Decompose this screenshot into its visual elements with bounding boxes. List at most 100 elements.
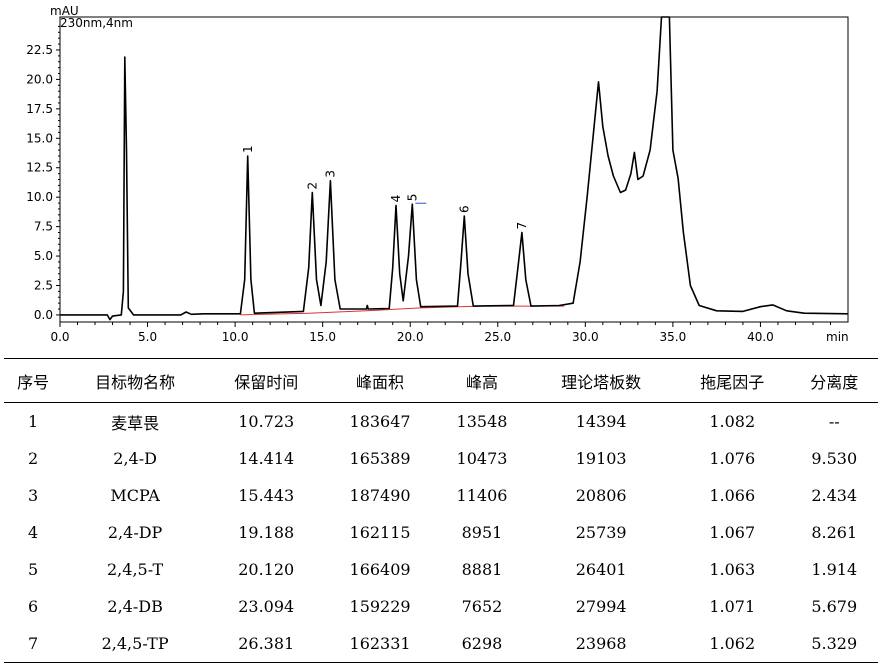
y-tick-label: 12.5	[26, 161, 53, 175]
table-cell: 3	[28, 486, 39, 505]
peak-label: 6	[457, 205, 471, 213]
table-cell: 8.261	[811, 523, 858, 542]
table-cell: 1.082	[709, 412, 756, 431]
table-cell: 19103	[575, 449, 627, 468]
table-row: 3 MCPA 15.443 187490 11406 20806 1.066 2.434	[4, 477, 878, 514]
peak-label: 7	[515, 222, 529, 230]
header-peak-area: 峰面积	[324, 358, 436, 403]
table-cell: 9.530	[811, 449, 858, 468]
table-cell: 1.063	[709, 560, 756, 579]
table-cell: 187490	[349, 486, 411, 505]
peak-label: 1	[241, 145, 255, 153]
table-cell: 19.188	[238, 523, 295, 542]
table-cell: 4	[28, 523, 39, 542]
table-cell: 26401	[575, 560, 627, 579]
table-cell: 1.076	[709, 449, 756, 468]
y-tick-label: 22.5	[26, 43, 53, 57]
table-cell: 5	[28, 560, 39, 579]
x-tick-label: 35.0	[660, 330, 687, 344]
table-cell: 166409	[349, 560, 411, 579]
table-row: 4 2,4-DP 19.188 162115 8951 25739 1.067 8.261	[4, 514, 878, 551]
table-cell: 159229	[349, 597, 411, 616]
header-resolution: 分离度	[790, 358, 878, 403]
header-retention-time: 保留时间	[207, 358, 325, 403]
x-tick-label: 15.0	[309, 330, 336, 344]
table-cell: 2.434	[811, 486, 858, 505]
table-row: 5 2,4,5-T 20.120 166409 8881 26401 1.063 1.914	[4, 551, 878, 588]
x-tick-label: 10.0	[222, 330, 249, 344]
y-tick-label: 7.5	[34, 220, 53, 234]
table-cell: 15.443	[238, 486, 295, 505]
table-cell: 2,4,5-TP	[62, 625, 208, 663]
table-cell: 6298	[435, 625, 529, 663]
y-tick-label: 20.0	[26, 72, 53, 86]
x-tick-label: 20.0	[397, 330, 424, 344]
table-cell: 2,4-D	[113, 449, 157, 468]
table-cell: 1.071	[709, 597, 756, 616]
table-cell: 1.067	[709, 523, 756, 542]
x-tick-label: 30.0	[572, 330, 599, 344]
header-index: 序号	[4, 358, 63, 403]
signal-trace	[60, 16, 849, 321]
table-header-row: 序号 目标物名称 保留时间 峰面积 峰高 理论塔板数 拖尾因子 分离度	[4, 358, 878, 403]
table-cell: 2,4-DB	[107, 597, 163, 616]
table-cell: 10473	[456, 449, 508, 468]
y-tick-label: 15.0	[26, 131, 53, 145]
table-cell: 183647	[349, 412, 411, 431]
header-peak-height: 峰高	[435, 358, 529, 403]
x-tick-label: 5.0	[138, 330, 157, 344]
table-cell: 14394	[575, 412, 627, 431]
table-cell: 25739	[575, 523, 627, 542]
header-plate-count: 理论塔板数	[528, 358, 674, 403]
x-axis-unit: min	[826, 330, 849, 344]
chromatogram: mAU 230nm,4nm min 0.02.55.07.510.012.515…	[26, 4, 849, 344]
table-cell: 27994	[575, 597, 627, 616]
table-cell: 1.062	[673, 625, 791, 663]
table-row: 1 麦草畏 10.723 183647 13548 14394 1.082 --	[4, 403, 878, 441]
table-cell: 7	[4, 625, 63, 663]
table-cell: 麦草畏	[111, 413, 160, 433]
table-cell: 26.381	[207, 625, 325, 663]
header-tailing-factor: 拖尾因子	[673, 358, 791, 403]
table-cell: 5.329	[790, 625, 878, 663]
table-row: 6 2,4-DB 23.094 159229 7652 27994 1.071 5.679	[4, 588, 878, 625]
table-cell: MCPA	[110, 486, 160, 505]
table-cell: 2	[28, 449, 39, 468]
table-cell: 23968	[528, 625, 674, 663]
x-tick-label: 0.0	[50, 330, 69, 344]
header-analyte: 目标物名称	[62, 358, 208, 403]
table-cell: 14.414	[238, 449, 295, 468]
table-cell: 13548	[456, 412, 508, 431]
y-tick-label: 5.0	[34, 249, 53, 263]
table-cell: 1.066	[709, 486, 756, 505]
y-tick-label: 2.5	[34, 278, 53, 292]
table-cell: 10.723	[238, 412, 295, 431]
y-tick-label: 17.5	[26, 102, 53, 116]
y-tick-label: 0.0	[34, 308, 53, 322]
table-cell: 5.679	[811, 597, 858, 616]
table-row: 7 2,4,5-TP 26.381 162331 6298 23968 1.062 5.329	[4, 625, 878, 663]
table-cell: 11406	[456, 486, 508, 505]
table-cell: 162331	[324, 625, 436, 663]
table-row: 2 2,4-D 14.414 165389 10473 19103 1.076 9.530	[4, 440, 878, 477]
x-tick-label: 25.0	[484, 330, 511, 344]
table-cell: 7652	[461, 597, 503, 616]
table-cell: 2,4,5-T	[107, 560, 164, 579]
legend-label: 230nm,4nm	[60, 16, 133, 30]
plot-frame	[59, 16, 849, 323]
peak-label: 4	[389, 195, 403, 203]
results-table: 序号 目标物名称 保留时间 峰面积 峰高 理论塔板数 拖尾因子 分离度 1 麦草畏…	[4, 358, 878, 663]
table-cell: 2,4-DP	[107, 523, 163, 542]
table-cell: 162115	[349, 523, 411, 542]
table-cell: 1.914	[811, 560, 858, 579]
integration-baseline	[240, 305, 565, 316]
table-cell: 20.120	[238, 560, 295, 579]
y-tick-label: 10.0	[26, 190, 53, 204]
peak-label: 2	[305, 182, 319, 190]
peak-label: 3	[323, 170, 337, 178]
table-cell: 1	[28, 412, 39, 431]
table-cell: 20806	[575, 486, 627, 505]
table-cell: 6	[28, 597, 39, 616]
peak-label: 5	[405, 194, 419, 202]
table-cell: --	[828, 412, 840, 431]
